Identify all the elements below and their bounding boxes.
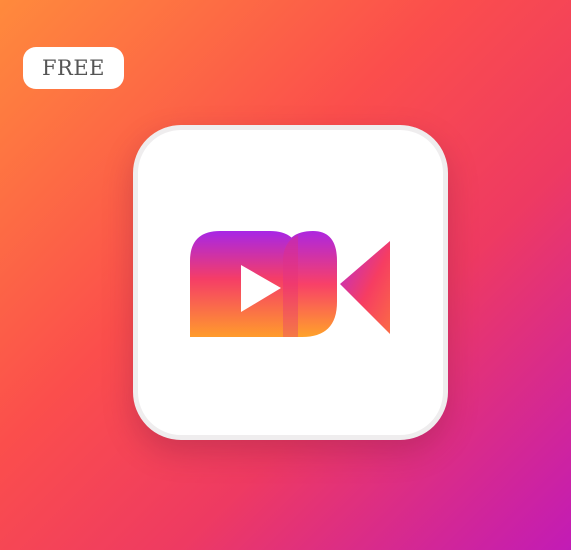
free-badge: FREE	[23, 47, 124, 89]
video-camera-icon	[190, 231, 390, 337]
camera-lens	[340, 241, 390, 334]
app-icon-card[interactable]	[133, 125, 448, 440]
